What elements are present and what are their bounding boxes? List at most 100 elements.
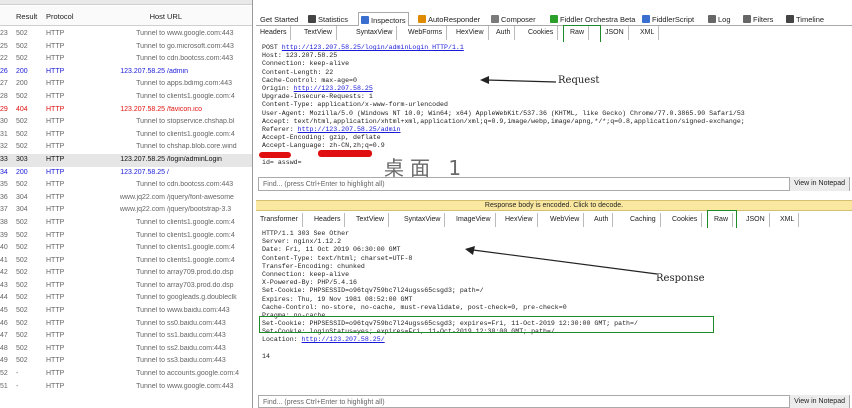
request-tab-xml[interactable]: XML (636, 26, 660, 40)
request-view-in-notepad-button[interactable]: View in Notepad (789, 177, 849, 191)
session-row[interactable]: 41 502 HTTP Tunnel to clients1.google.com:4 (0, 255, 252, 268)
session-host: Tunnel to (136, 319, 165, 327)
request-tab-auth[interactable]: Auth (492, 26, 516, 40)
session-row[interactable]: 40 502 HTTP Tunnel to clients1.google.com:4 (0, 242, 252, 255)
session-num: 32 (0, 143, 8, 151)
tab-composer[interactable]: Composer (489, 12, 538, 26)
session-result: 200 (16, 67, 28, 75)
session-row[interactable]: 35 502 HTTP Tunnel to cdn.bootcss.com:443 (0, 179, 252, 192)
request-tab-syntaxview[interactable]: SyntaxView (352, 26, 398, 40)
column-protocol[interactable]: Protocol (46, 12, 86, 21)
request-tab-textview[interactable]: TextView (300, 26, 337, 40)
session-row[interactable]: 32 502 HTTP Tunnel to chshap.blob.core.wind (0, 141, 252, 154)
session-row[interactable]: 37 304 HTTP www.jq22.com/jquery/bootstrap-3… (0, 204, 252, 217)
request-tab-hexview[interactable]: HexView (452, 26, 489, 40)
session-num: 49 (0, 357, 8, 365)
response-find-bar[interactable]: Find... (press Ctrl+Enter to highlight a… (258, 395, 850, 408)
raw-line-link[interactable]: http://123.207.58.25/admin (298, 126, 401, 133)
session-row[interactable]: 23 502 HTTP Tunnel to www.google.com:443 (0, 28, 252, 41)
session-result: 502 (16, 92, 28, 100)
tab-statistics[interactable]: Statistics (306, 12, 350, 26)
session-url: googleads.g.doubleclk (167, 294, 237, 302)
response-tab-transformer[interactable]: Transformer (256, 213, 303, 227)
tab-fiddlerscript[interactable]: FiddlerScript (640, 12, 696, 26)
session-row[interactable]: 45 502 HTTP Tunnel to www.baidu.com:443 (0, 305, 252, 318)
response-tab-json[interactable]: JSON (742, 213, 770, 227)
session-row[interactable]: 33 303 HTTP 123.207.58.25/login/adminLogin (0, 153, 252, 167)
session-url: clients1.google.com:4 (167, 231, 235, 239)
session-row[interactable]: 27 200 HTTP Tunnel to apps.bdimg.com:443 (0, 78, 252, 91)
session-url: www.baidu.com:443 (167, 307, 230, 315)
session-url: array703.prod.do.dsp (167, 281, 234, 289)
sessions-list: 23 502 HTTP Tunnel to www.google.com:443 25 50… (0, 28, 252, 393)
response-tab-hexview[interactable]: HexView (501, 213, 538, 227)
request-tab-json[interactable]: JSON (601, 26, 629, 40)
response-tab-headers[interactable]: Headers (310, 213, 346, 227)
raw-line-link[interactable]: http://123.207.58.25/login/adminLogin HT… (282, 44, 464, 51)
session-row[interactable]: 47 502 HTTP Tunnel to ss1.baidu.com:443 (0, 330, 252, 343)
session-row[interactable]: 31 502 HTTP Tunnel to clients1.google.com:4 (0, 129, 252, 142)
session-row[interactable]: 22 502 HTTP Tunnel to cdn.bootcss.com:443 (0, 53, 252, 66)
encoded-notice-bar[interactable]: Response body is encoded. Click to decod… (256, 200, 852, 211)
tab-filters[interactable]: Filters (741, 12, 775, 26)
session-protocol: HTTP (46, 319, 65, 327)
response-tab-imageview[interactable]: ImageView (452, 213, 496, 227)
session-num: 38 (0, 218, 8, 226)
session-row[interactable]: 46 502 HTTP Tunnel to ss0.baidu.com:443 (0, 318, 252, 331)
session-result: 200 (16, 168, 28, 176)
request-find-bar[interactable]: Find... (press Ctrl+Enter to highlight a… (258, 177, 850, 191)
response-view-in-notepad-button[interactable]: View in Notepad (789, 395, 849, 408)
session-row[interactable]: 44 502 HTTP Tunnel to googleads.g.doubleclk (0, 292, 252, 305)
session-row[interactable]: 38 502 HTTP Tunnel to clients1.google.com:4 (0, 217, 252, 230)
column-url[interactable]: URL (167, 12, 252, 21)
tab-fiddler-orchestra-beta[interactable]: Fiddler Orchestra Beta (548, 12, 637, 26)
request-find-input[interactable]: Find... (press Ctrl+Enter to highlight a… (263, 181, 385, 188)
session-row[interactable]: 29 404 HTTP 123.207.58.25/favicon.ico (0, 104, 252, 117)
request-tab-headers[interactable]: Headers (256, 26, 292, 40)
session-host: Tunnel to (136, 118, 165, 126)
session-row[interactable]: 28 502 HTTP Tunnel to clients1.google.com:4 (0, 91, 252, 104)
response-tab-cookies[interactable]: Cookies (668, 213, 703, 227)
session-row[interactable]: 25 502 HTTP Tunnel to go.microsoft.com:443 (0, 41, 252, 54)
annotation-request: Request (558, 75, 600, 86)
raw-line-text: X-Powered-By: PHP/5.4.16 (262, 279, 357, 287)
session-protocol: HTTP (46, 67, 65, 75)
tab-get-started[interactable]: Get Started (258, 12, 300, 26)
request-tab-webforms[interactable]: WebForms (404, 26, 448, 40)
tab-log[interactable]: Log (706, 12, 733, 26)
request-tab-cookies[interactable]: Cookies (524, 26, 559, 40)
session-row[interactable]: 26 200 HTTP 123.207.58.25/admin (0, 66, 252, 79)
session-url: accounts.google.com:4 (167, 370, 239, 378)
response-tab-syntaxview[interactable]: SyntaxView (400, 213, 446, 227)
session-row[interactable]: 36 304 HTTP www.jq22.com/jquery/font-awesom… (0, 192, 252, 205)
tab-inspectors[interactable]: Inspectors (358, 12, 409, 26)
response-tab-auth[interactable]: Auth (590, 213, 614, 227)
column-result[interactable]: Result (16, 12, 38, 21)
raw-line: Content-Type: application/x-www-form-url… (262, 101, 852, 109)
session-row[interactable]: 42 502 HTTP Tunnel to array709.prod.do.dsp (0, 267, 252, 280)
response-tab-caching[interactable]: Caching (626, 213, 661, 227)
raw-line-link[interactable]: http://123.207.58.25/ (302, 336, 385, 343)
session-row[interactable]: 34 200 HTTP 123.207.58.25/ (0, 167, 252, 180)
raw-line: Upgrade-Insecure-Requests: 1 (262, 93, 852, 101)
session-row[interactable]: 49 502 HTTP Tunnel to ss3.baidu.com:443 (0, 355, 252, 368)
response-find-input[interactable]: Find... (press Ctrl+Enter to highlight a… (263, 399, 385, 406)
session-protocol: HTTP (46, 105, 65, 113)
tab-autoresponder[interactable]: AutoResponder (416, 12, 482, 26)
session-row[interactable]: 48 502 HTTP Tunnel to ss2.baidu.com:443 (0, 343, 252, 356)
session-row[interactable]: 30 502 HTTP Tunnel to stopservice.chshap.bl (0, 116, 252, 129)
session-url: /admin (167, 67, 189, 75)
session-protocol: HTTP (46, 181, 65, 189)
session-row[interactable]: 51- HTTP Tunnel to www.google.com:443 (0, 381, 252, 394)
session-row[interactable]: 52- HTTP Tunnel to accounts.google.com:4 (0, 368, 252, 381)
response-tab-webview[interactable]: WebView (546, 213, 585, 227)
session-protocol: HTTP (46, 344, 65, 352)
response-tab-xml[interactable]: XML (776, 213, 800, 227)
tab-timeline[interactable]: Timeline (784, 12, 826, 26)
session-row[interactable]: 39 502 HTTP Tunnel to clients1.google.com:4 (0, 230, 252, 243)
raw-line-link[interactable]: http://123.207.58.25 (294, 85, 373, 92)
session-row[interactable]: 43 502 HTTP Tunnel to array703.prod.do.dsp (0, 280, 252, 293)
column-host[interactable]: Host (84, 12, 165, 21)
response-tab-textview[interactable]: TextView (352, 213, 389, 227)
session-url: cdn.bootcss.com:443 (167, 181, 234, 189)
